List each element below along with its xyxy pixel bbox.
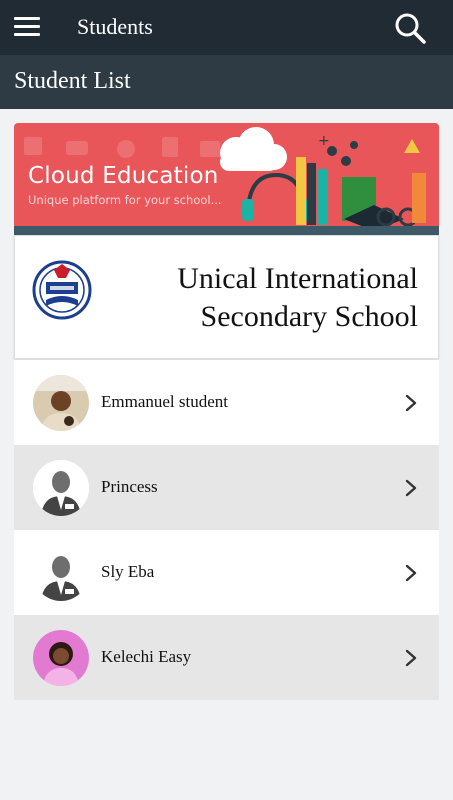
student-name: Sly Eba	[101, 562, 155, 581]
person-placeholder-icon	[33, 460, 89, 516]
student-avatar	[33, 375, 89, 431]
school-logo	[32, 260, 92, 320]
school-card: Unical International Secondary School	[14, 235, 439, 359]
chevron-right-icon	[405, 479, 417, 497]
hamburger-menu-icon[interactable]	[14, 17, 40, 39]
girl-photo-avatar	[33, 630, 89, 686]
student-row[interactable]: Kelechi Easy	[14, 615, 439, 700]
boy-photo-avatar	[33, 375, 89, 431]
student-row[interactable]: Sly Eba	[14, 530, 439, 615]
school-name-line-1: Unical International	[177, 262, 418, 295]
student-name: Princess	[101, 477, 158, 496]
student-avatar	[33, 545, 89, 601]
banner-strip	[14, 226, 439, 235]
svg-text:+: +	[318, 133, 330, 149]
student-name: Kelechi Easy	[101, 647, 192, 666]
cloud-education-banner: + Cloud Education Unique platform for yo…	[14, 123, 439, 235]
app-title: Students	[77, 14, 153, 39]
chevron-right-icon	[405, 394, 417, 412]
school-name: Unical International Secondary School	[118, 260, 418, 336]
student-avatar	[33, 460, 89, 516]
person-placeholder-icon	[33, 545, 89, 601]
student-name: Emmanuel student	[101, 392, 229, 411]
student-row[interactable]: Princess	[14, 445, 439, 530]
app-bar: Students	[0, 0, 453, 55]
chevron-right-icon	[405, 649, 417, 667]
school-name-line-2: Secondary School	[200, 300, 418, 333]
student-list: Emmanuel student Princess Sly Eba Kelech…	[14, 360, 439, 700]
banner-subtitle: Unique platform for your school...	[28, 193, 222, 207]
banner-title: Cloud Education	[28, 163, 219, 189]
student-avatar	[33, 630, 89, 686]
page-title: Student List	[14, 68, 131, 94]
page-header: Student List	[0, 55, 453, 109]
student-row[interactable]: Emmanuel student	[14, 360, 439, 445]
chevron-right-icon	[405, 564, 417, 582]
search-icon[interactable]	[393, 11, 427, 45]
